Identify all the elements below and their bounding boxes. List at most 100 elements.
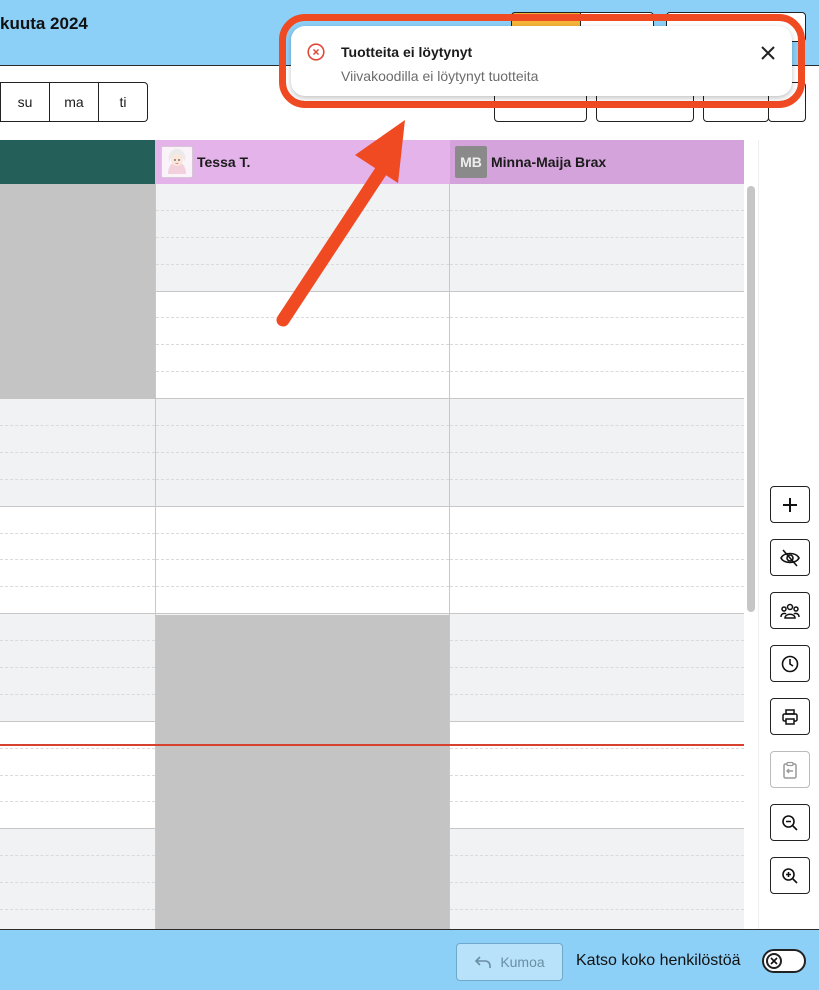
time-slot[interactable] bbox=[0, 856, 155, 884]
day-ti[interactable]: ti bbox=[98, 83, 147, 121]
time-slot[interactable] bbox=[450, 910, 744, 929]
day-selector: su ma ti bbox=[0, 82, 148, 122]
time-slot[interactable] bbox=[156, 587, 449, 615]
time-slot[interactable] bbox=[450, 587, 744, 615]
time-slot[interactable] bbox=[156, 479, 449, 507]
time-slot[interactable] bbox=[450, 292, 744, 319]
time-slot[interactable] bbox=[156, 372, 449, 400]
day-ma[interactable]: ma bbox=[49, 83, 98, 121]
time-slot[interactable] bbox=[450, 264, 744, 292]
time-slot[interactable] bbox=[0, 452, 155, 480]
toast-close-button[interactable] bbox=[757, 42, 779, 64]
time-slot[interactable] bbox=[450, 749, 744, 776]
time-slot[interactable] bbox=[0, 614, 155, 642]
undo-button[interactable]: Kumoa bbox=[456, 943, 563, 981]
time-slot[interactable] bbox=[450, 856, 744, 884]
time-slot[interactable] bbox=[0, 560, 155, 588]
time-slot[interactable] bbox=[156, 292, 449, 319]
toast-title: Tuotteita ei löytynyt bbox=[341, 44, 473, 60]
time-slot[interactable] bbox=[450, 426, 744, 453]
time-slot[interactable] bbox=[0, 587, 155, 615]
staff-column bbox=[0, 140, 156, 929]
time-slot[interactable] bbox=[450, 883, 744, 911]
time-slot[interactable] bbox=[156, 264, 449, 292]
hide-button[interactable] bbox=[770, 539, 810, 576]
staff-name: Minna-Maija Brax bbox=[491, 154, 607, 170]
time-button[interactable] bbox=[770, 645, 810, 682]
time-slot[interactable] bbox=[450, 641, 744, 669]
time-slot[interactable] bbox=[450, 345, 744, 373]
hide-icon bbox=[780, 548, 800, 567]
time-slot[interactable] bbox=[156, 184, 449, 211]
time-slot[interactable] bbox=[0, 802, 155, 830]
time-slot[interactable] bbox=[450, 318, 744, 346]
shift-block[interactable] bbox=[0, 184, 155, 399]
time-slot[interactable] bbox=[450, 614, 744, 642]
time-slot[interactable] bbox=[156, 452, 449, 480]
time-slot[interactable] bbox=[156, 507, 449, 534]
zoom-out-button[interactable] bbox=[770, 804, 810, 841]
page-title: kuuta 2024 bbox=[0, 14, 88, 33]
time-slot[interactable] bbox=[450, 210, 744, 238]
time-slot[interactable] bbox=[156, 318, 449, 346]
toggle-knob bbox=[766, 953, 782, 969]
time-slot[interactable] bbox=[156, 560, 449, 588]
see-all-staff-toggle[interactable] bbox=[762, 949, 806, 973]
team-button[interactable] bbox=[770, 592, 810, 629]
time-slot[interactable] bbox=[450, 694, 744, 722]
time-slot[interactable] bbox=[450, 479, 744, 507]
current-time-line bbox=[0, 744, 744, 746]
undo-label: Kumoa bbox=[500, 954, 545, 970]
shift-block[interactable] bbox=[156, 615, 449, 929]
time-rows[interactable] bbox=[450, 184, 744, 929]
time-slot[interactable] bbox=[450, 668, 744, 695]
zoom-in-button[interactable] bbox=[770, 857, 810, 894]
column-header: Tessa T. bbox=[156, 140, 449, 184]
column-header bbox=[0, 140, 155, 184]
zoom-in-icon bbox=[782, 867, 798, 884]
time-slot[interactable] bbox=[156, 399, 449, 427]
time-slot[interactable] bbox=[450, 560, 744, 588]
vertical-scrollbar[interactable] bbox=[747, 186, 755, 612]
time-slot[interactable] bbox=[0, 829, 155, 857]
day-su[interactable]: su bbox=[0, 83, 49, 121]
error-toast: Tuotteita ei löytynyt Viivakoodilla ei l… bbox=[291, 26, 792, 96]
time-slot[interactable] bbox=[0, 479, 155, 507]
time-slot[interactable] bbox=[0, 883, 155, 911]
time-slot[interactable] bbox=[0, 910, 155, 929]
time-slot[interactable] bbox=[0, 749, 155, 776]
time-slot[interactable] bbox=[0, 507, 155, 534]
time-slot[interactable] bbox=[156, 345, 449, 373]
time-slot[interactable] bbox=[450, 776, 744, 803]
time-slot[interactable] bbox=[450, 802, 744, 830]
add-button[interactable] bbox=[770, 486, 810, 523]
time-slot[interactable] bbox=[450, 184, 744, 211]
close-icon bbox=[761, 46, 775, 60]
team-icon bbox=[780, 603, 800, 619]
undo-icon bbox=[475, 956, 492, 968]
time-slot[interactable] bbox=[450, 507, 744, 534]
paste-button[interactable] bbox=[770, 751, 810, 788]
add-icon bbox=[783, 497, 797, 512]
time-slot[interactable] bbox=[156, 426, 449, 453]
time-slot[interactable] bbox=[450, 372, 744, 400]
time-slot[interactable] bbox=[450, 399, 744, 427]
time-slot[interactable] bbox=[0, 641, 155, 669]
time-slot[interactable] bbox=[0, 776, 155, 803]
time-slot[interactable] bbox=[156, 210, 449, 238]
time-slot[interactable] bbox=[0, 668, 155, 695]
portrait-avatar bbox=[161, 146, 193, 178]
time-slot[interactable] bbox=[450, 237, 744, 265]
time-slot[interactable] bbox=[0, 534, 155, 561]
time-slot[interactable] bbox=[156, 534, 449, 561]
zoom-out-icon bbox=[782, 814, 798, 831]
time-slot[interactable] bbox=[0, 694, 155, 722]
time-slot[interactable] bbox=[0, 426, 155, 453]
time-slot[interactable] bbox=[450, 534, 744, 561]
clock-icon bbox=[781, 655, 799, 672]
time-slot[interactable] bbox=[450, 452, 744, 480]
time-slot[interactable] bbox=[450, 829, 744, 857]
time-slot[interactable] bbox=[0, 399, 155, 427]
print-button[interactable] bbox=[770, 698, 810, 735]
time-slot[interactable] bbox=[156, 237, 449, 265]
